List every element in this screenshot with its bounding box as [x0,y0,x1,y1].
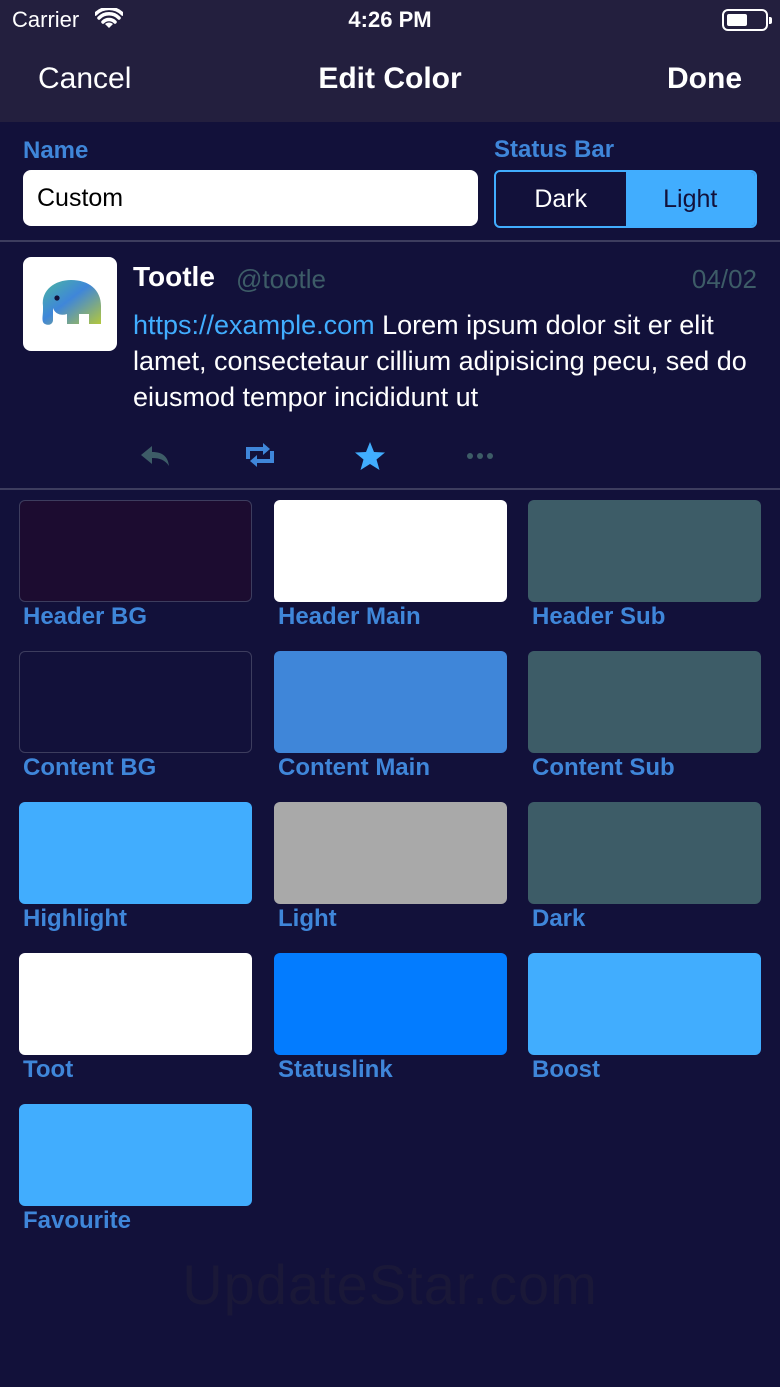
color-swatch[interactable] [528,802,761,904]
swatch-label: Statuslink [278,1056,393,1083]
status-bar-segmented-control: Dark Light [494,170,757,228]
swatch-label: Header Sub [532,603,666,630]
color-swatch[interactable] [274,802,507,904]
swatch-label: Content Main [278,754,430,781]
navigation-bar: Cancel Edit Color Done [0,40,780,122]
reply-icon[interactable] [138,440,172,470]
watermark: UpdateStar.com [182,1253,598,1316]
color-swatch[interactable] [19,953,252,1055]
avatar [23,257,117,351]
name-label: Name [23,137,89,164]
segment-light[interactable]: Light [625,172,755,226]
favourite-icon[interactable] [354,440,386,472]
divider [0,488,780,490]
swatch-label: Favourite [23,1207,132,1234]
color-swatch[interactable] [19,651,252,753]
name-input[interactable] [23,170,478,226]
user-handle: @tootle [236,264,326,294]
swatch-label: Content Sub [532,754,675,781]
swatch-label: Dark [532,905,586,932]
color-swatch[interactable] [528,953,761,1055]
battery-icon [722,9,772,31]
done-button[interactable]: Done [667,62,742,96]
clock: 4:26 PM [348,7,432,32]
color-swatch[interactable] [528,500,761,602]
toot-date: 04/02 [691,264,757,294]
color-swatch[interactable] [19,500,252,602]
color-swatch[interactable] [274,651,507,753]
segment-dark[interactable]: Dark [496,172,626,226]
color-swatch[interactable] [274,500,507,602]
elephant-logo-icon [42,280,101,325]
status-bar-label: Status Bar [494,136,615,163]
color-swatch[interactable] [19,802,252,904]
color-swatch[interactable] [528,651,761,753]
swatch-label: Header BG [23,603,148,630]
swatch-label: Header Main [278,603,421,630]
boost-icon[interactable] [243,440,277,470]
status-bar: Carrier 4:26 PM [0,0,780,40]
toot-content: https://example.com Lorem ipsum dolor si… [133,307,763,415]
swatch-label: Toot [23,1056,74,1083]
toot-link[interactable]: https://example.com [133,310,375,340]
swatch-label: Light [278,905,337,932]
divider [0,240,780,242]
swatch-label: Content BG [23,754,157,781]
swatch-label: Boost [532,1056,600,1083]
cancel-button[interactable]: Cancel [38,62,131,96]
color-swatch[interactable] [19,1104,252,1206]
swatch-label: Highlight [23,905,127,932]
more-icon[interactable] [465,450,495,462]
display-name: Tootle [133,261,215,292]
color-swatch[interactable] [274,953,507,1055]
